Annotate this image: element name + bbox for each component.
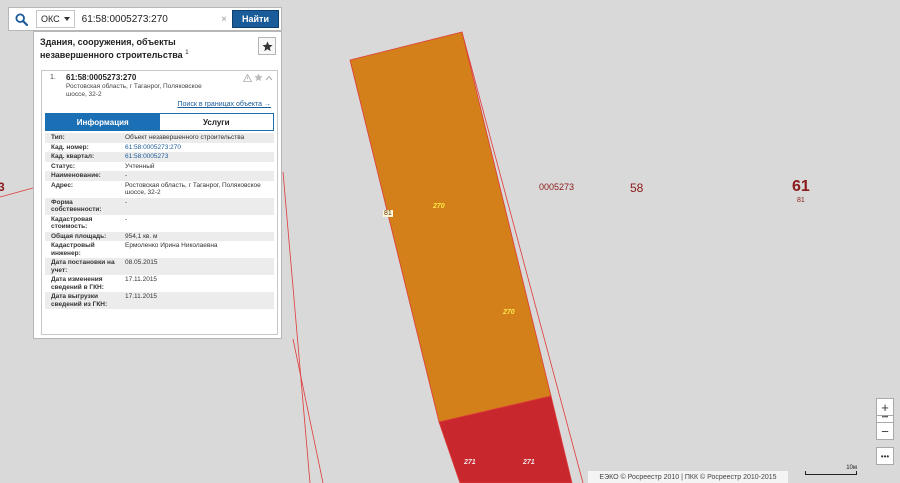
attributes-table: Тип: Объект незавершенного строительства К… (45, 133, 274, 309)
attribute-row: Кадастровый инженер: Ермоленко Ирина Нико… (45, 241, 274, 258)
map-label-building: 271 (523, 459, 535, 466)
map-label-building: 271 (464, 459, 476, 466)
tab-services[interactable]: Услуги (159, 114, 273, 130)
attribute-row: Кад. номер: 61:58:0005273:270 (45, 142, 274, 152)
zoom-out-button[interactable]: − (876, 422, 894, 440)
zoom-controls: + ••• − (876, 398, 894, 440)
attribute-row: Дата выгрузки сведений из ГКН: 17.11.2015 (45, 292, 274, 309)
object-type-select[interactable]: ОКС (36, 10, 75, 28)
search-icon[interactable] (9, 8, 33, 30)
tab-info[interactable]: Информация (46, 114, 160, 130)
star-icon[interactable] (254, 73, 263, 82)
attribute-value: 17.11.2015 (119, 292, 274, 309)
attribute-value: Учтенный (119, 161, 274, 171)
chevron-down-icon (63, 17, 70, 21)
attribute-key: Кадастровая стоимость: (45, 214, 119, 232)
attribute-value: 08.05.2015 (119, 258, 274, 275)
attribute-value: - (119, 171, 274, 181)
zoom-in-button[interactable]: + (876, 398, 894, 416)
attribute-key: Статус: (45, 161, 119, 171)
card-cad-number[interactable]: 61:58:0005273:270 (66, 73, 136, 82)
attribute-row: Форма собственности: - (45, 197, 274, 215)
find-button[interactable]: Найти (232, 10, 279, 28)
favorite-button[interactable] (258, 37, 276, 55)
attribute-key: Форма собственности: (45, 197, 119, 215)
building-270-polygon[interactable] (349, 31, 552, 423)
attribute-value: - (119, 214, 274, 232)
attribute-key: Дата постановки на учет: (45, 258, 119, 275)
attribute-row: Тип: Объект незавершенного строительства (45, 133, 274, 143)
card-index: 1. (50, 74, 56, 81)
attribute-key: Дата выгрузки сведений из ГКН: (45, 292, 119, 309)
attribute-value: Ермоленко Ирина Николаевна (119, 241, 274, 258)
attribute-value: Объект незавершенного строительства (119, 133, 274, 143)
attribute-value[interactable]: 61:58:0005273 (119, 152, 274, 162)
chevron-up-icon[interactable] (265, 75, 273, 81)
attribute-value[interactable]: 61:58:0005273:270 (119, 142, 274, 152)
object-card: 1. 61:58:0005273:270 Ростовская область,… (41, 70, 278, 335)
attribute-row: Общая площадь: 954,1 кв. м (45, 231, 274, 241)
attribute-value: Ростовская область, г Таганрог, Поляковс… (119, 180, 274, 198)
attribute-value: - (119, 197, 274, 215)
more-options-button[interactable]: ••• (876, 447, 894, 465)
clear-icon[interactable]: × (221, 14, 227, 25)
attribute-row: Адрес: Ростовская область, г Таганрог, По… (45, 180, 274, 198)
info-panel: Здания, сооружения, объекты незавершенно… (33, 31, 282, 339)
card-tabs: Информация Услуги (45, 113, 274, 131)
attribute-row: Дата изменения сведений в ГКН: 17.11.2015 (45, 275, 274, 292)
warning-icon[interactable] (243, 73, 252, 82)
star-icon (261, 41, 273, 51)
attribute-key: Дата изменения сведений в ГКН: (45, 275, 119, 292)
search-input[interactable] (74, 10, 222, 28)
map-attribution: ЕЭКО © Росреестр 2010 | ПКК © Росреестр … (588, 471, 788, 483)
attribute-key: Кад. квартал: (45, 152, 119, 162)
search-bar: ОКС × Найти (8, 7, 282, 31)
panel-header: Здания, сооружения, объекты незавершенно… (34, 32, 281, 70)
attribute-key: Общая площадь: (45, 231, 119, 241)
panel-title-text: Здания, сооружения, объекты незавершенно… (40, 37, 183, 60)
map-label-region-sub: 81 (797, 197, 805, 204)
scale-line (805, 471, 857, 475)
map-label-edge: 3 (0, 180, 5, 194)
map-label-quarter: 0005273 (539, 182, 575, 192)
result-count: 1 (185, 50, 189, 56)
attribute-value: 17.11.2015 (119, 275, 274, 292)
card-address: Ростовская область, г Таганрог, Поляковс… (66, 83, 202, 98)
card-icons (243, 73, 273, 82)
attribute-row: Кадастровая стоимость: - (45, 214, 274, 232)
search-in-bounds-link[interactable]: Поиск в границах объекта → (42, 101, 271, 108)
map-label-region: 61 (792, 178, 810, 195)
map-label-building: 270 (503, 309, 515, 316)
map-label-district: 58 (630, 181, 644, 195)
attribute-key: Кад. номер: (45, 142, 119, 152)
attribute-row: Дата постановки на учет: 08.05.2015 (45, 258, 274, 275)
map-label-parcel-81: 81 (383, 210, 393, 217)
object-type-label: ОКС (41, 14, 60, 24)
attribute-row: Кад. квартал: 61:58:0005273 (45, 152, 274, 162)
scale-bar: 10м (805, 465, 857, 477)
map-label-building: 270 (433, 203, 445, 210)
attribute-key: Кадастровый инженер: (45, 241, 119, 258)
parcel-boundary-line (282, 171, 311, 483)
card-header: 1. 61:58:0005273:270 Ростовская область,… (42, 71, 277, 110)
attribute-key: Адрес: (45, 180, 119, 198)
attribute-value: 954,1 кв. м (119, 231, 274, 241)
attribute-key: Наименование: (45, 171, 119, 181)
attribute-key: Тип: (45, 133, 119, 143)
attribute-row: Наименование: - (45, 171, 274, 181)
panel-title: Здания, сооружения, объекты незавершенно… (40, 37, 251, 61)
attribute-row: Статус: Учтенный (45, 161, 274, 171)
